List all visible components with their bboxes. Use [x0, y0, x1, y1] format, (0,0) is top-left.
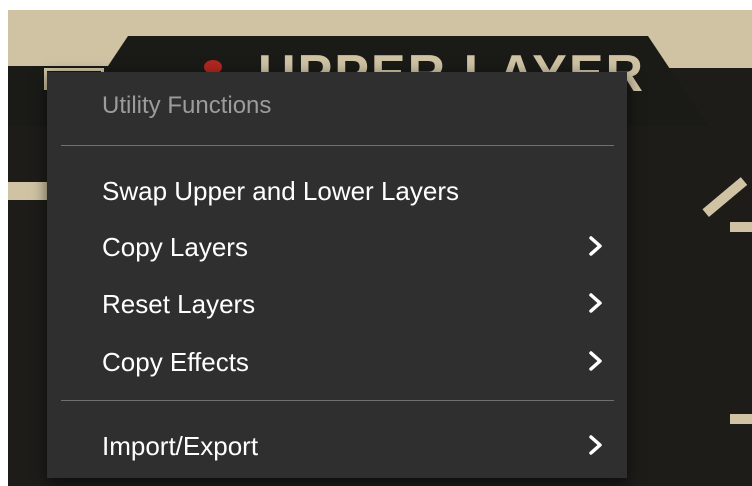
utility-functions-menu: Utility Functions Swap Upper and Lower L…	[47, 72, 627, 478]
left-panel-stripe	[8, 182, 48, 200]
menu-item-copy-layers[interactable]: Copy Layers	[47, 220, 627, 272]
menu-header: Utility Functions	[102, 92, 272, 119]
menu-item-label: Copy Effects	[102, 347, 249, 377]
menu-item-label: Import/Export	[102, 431, 259, 461]
knob-pointer	[702, 177, 748, 217]
chevron-right-icon	[589, 293, 602, 313]
menu-separator-bottom	[61, 400, 614, 401]
chevron-right-icon	[589, 435, 602, 455]
screen: UPPER LAYER Utility Functions Swap Upper…	[0, 0, 752, 486]
menu-item-copy-effects[interactable]: Copy Effects	[47, 335, 627, 387]
menu-separator-top	[61, 145, 614, 146]
right-panel-mark-1	[730, 222, 752, 232]
menu-item-label: Swap Upper and Lower Layers	[102, 176, 459, 206]
menu-item-reset-layers[interactable]: Reset Layers	[47, 277, 627, 329]
menu-item-label: Reset Layers	[102, 289, 256, 319]
menu-item-import-export[interactable]: Import/Export	[47, 419, 627, 471]
right-panel-mark-2	[730, 414, 752, 424]
menu-item-swap-layers[interactable]: Swap Upper and Lower Layers	[47, 164, 627, 216]
chevron-right-icon	[589, 351, 602, 371]
chevron-right-icon	[589, 236, 602, 256]
menu-item-label: Copy Layers	[102, 232, 248, 262]
